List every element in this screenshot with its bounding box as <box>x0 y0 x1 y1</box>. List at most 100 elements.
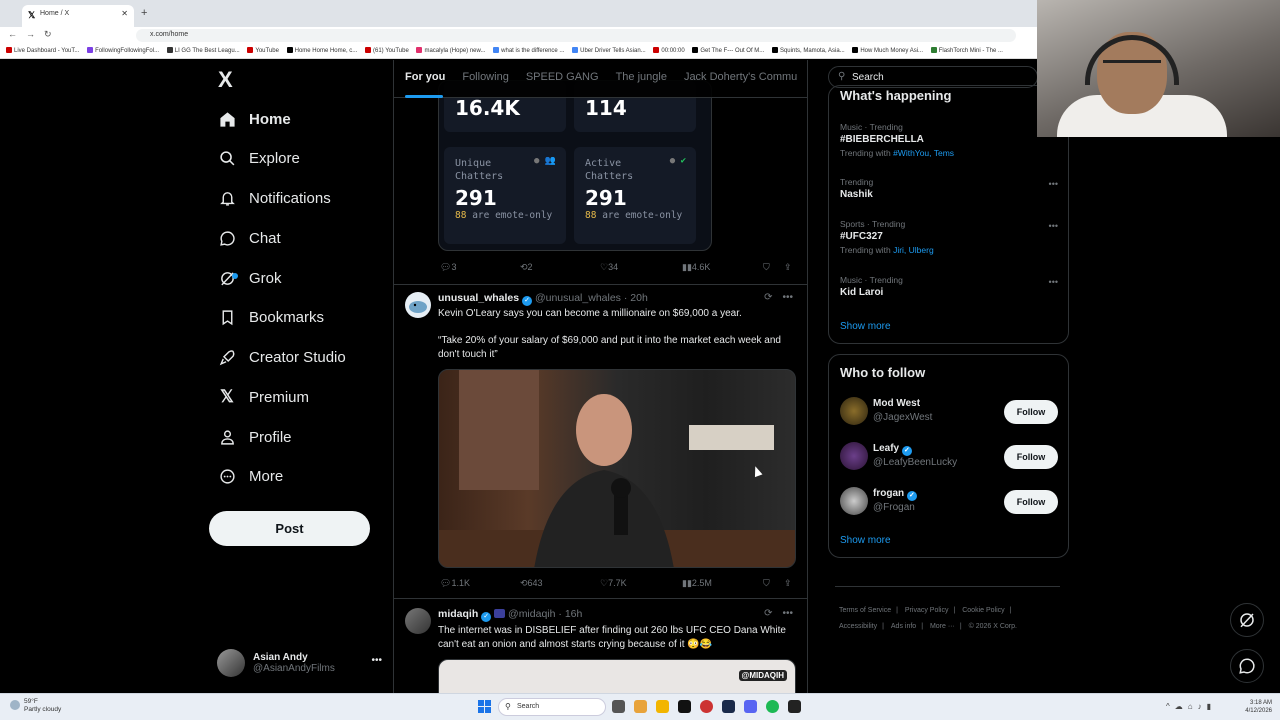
trend-item[interactable]: Sports · Trending #UFC327 Trending with … <box>840 219 1058 255</box>
bookmark-item[interactable]: Squints, Mamota, Asia... <box>771 47 845 54</box>
footer-link[interactable]: Ads info <box>891 623 916 630</box>
footer-link[interactable]: More ··· <box>930 623 955 630</box>
tweet-more-icon[interactable]: ⟳ ••• <box>764 292 793 303</box>
trend-item[interactable]: Trending Nashik ••• <box>840 177 1058 200</box>
taskbar-app-icon[interactable] <box>656 700 669 713</box>
new-tab-icon[interactable]: + <box>141 7 147 19</box>
post-button[interactable]: Post <box>209 511 370 546</box>
repost-button[interactable]: ⟲ 2 <box>520 262 533 273</box>
avatar[interactable] <box>405 608 431 634</box>
stats-card-image[interactable]: 16.4K 114 Unique Chatters ● 👥 291 88 are… <box>438 80 712 251</box>
tweet-video[interactable]: @MIDAQIH <box>438 659 796 693</box>
reply-button[interactable]: 💬︎ 1.1K <box>440 578 470 589</box>
more-dots-icon[interactable]: ••• <box>1049 277 1058 287</box>
bookmark-item[interactable]: Get The F--- Out Of M... <box>692 47 764 54</box>
taskbar-app-icon[interactable] <box>612 700 625 713</box>
footer-link[interactable]: Accessibility <box>839 623 877 630</box>
bookmark-item[interactable]: Home Home Home, c... <box>286 47 357 54</box>
nav-more[interactable]: More <box>218 461 283 491</box>
tweet-video[interactable] <box>438 369 796 568</box>
nav-grok[interactable]: Grok <box>218 263 282 293</box>
tab-speed-gang[interactable]: SPEED GANG <box>515 60 599 97</box>
spotify-icon[interactable] <box>766 700 779 713</box>
taskbar-app-icon[interactable] <box>788 700 801 713</box>
nav-explore[interactable]: Explore <box>218 143 300 173</box>
footer-link[interactable]: Privacy Policy <box>905 607 949 614</box>
tab-the-jungle[interactable]: The jungle <box>605 60 667 97</box>
account-switcher[interactable]: Asian Andy @AsianAndyFilms ••• <box>217 647 382 679</box>
avatar[interactable] <box>405 292 431 318</box>
bookmark-item[interactable]: FollowingFollowingFol... <box>87 47 159 54</box>
bookmark-item[interactable]: How Much Money Asi... <box>852 47 923 54</box>
nav-premium[interactable]: 𝕏 Premium <box>218 382 309 412</box>
nav-chat[interactable]: Chat <box>218 223 281 253</box>
tweet-handle[interactable]: @midaqih <box>508 608 555 620</box>
bookmark-item[interactable]: 00:00:00 <box>653 47 685 54</box>
repost-button[interactable]: ⟲ 643 <box>520 578 543 589</box>
tab-following[interactable]: Following <box>451 60 508 97</box>
trend-item[interactable]: Music · Trending #BIEBERCHELLA Trending … <box>840 122 1058 158</box>
follow-suggestion[interactable]: Leafy ✓ @LeafyBeenLucky Follow <box>840 440 1058 474</box>
tweet-time[interactable]: 16h <box>565 608 583 620</box>
share-icon[interactable]: ⇪ <box>784 578 792 589</box>
share-icon[interactable]: ⇪ <box>784 262 792 273</box>
discord-icon[interactable] <box>744 700 757 713</box>
folder-icon[interactable] <box>634 700 647 713</box>
bookmark-icon[interactable]: ⛉ <box>763 578 770 589</box>
tweet-more-icon[interactable]: ⟳ ••• <box>764 608 793 619</box>
like-button[interactable]: ♡ 34 <box>600 262 618 273</box>
nav-creator-studio[interactable]: Creator Studio <box>218 342 346 372</box>
footer-link[interactable]: Cookie Policy <box>962 607 1004 614</box>
tweet-handle[interactable]: @unusual_whales <box>535 292 621 304</box>
bookmark-icon[interactable]: ⛉ <box>763 262 770 273</box>
footer-link[interactable]: Terms of Service <box>839 607 891 614</box>
taskbar-search[interactable]: ⚲ Search <box>498 698 606 716</box>
x-logo[interactable]: X <box>218 67 233 93</box>
browser-tab[interactable]: 𝕏 Home / X ✕ <box>22 5 134 27</box>
bookmark-item[interactable]: Uber Driver Tells Asian... <box>572 47 646 54</box>
close-tab-icon[interactable]: ✕ <box>121 9 128 18</box>
follow-suggestion[interactable]: frogan ✓ @Frogan Follow <box>840 485 1058 519</box>
views-button[interactable]: ▮▮ 4.6K <box>682 262 710 273</box>
follow-suggestion[interactable]: Mod West @JagexWest Follow <box>840 395 1058 429</box>
bookmark-item[interactable]: macalyla (Hope) new... <box>416 47 486 54</box>
bookmark-item[interactable]: FlashTorch Mini - The ... <box>930 47 1003 54</box>
more-dots-icon[interactable]: ••• <box>371 655 382 666</box>
follow-button[interactable]: Follow <box>1004 445 1058 469</box>
show-more-link[interactable]: Show more <box>840 535 891 546</box>
follow-button[interactable]: Follow <box>1004 400 1058 424</box>
bookmark-item[interactable]: (61) YouTube <box>364 47 409 54</box>
views-button[interactable]: ▮▮ 2.5M <box>682 578 712 589</box>
taskbar-app-icon[interactable] <box>700 700 713 713</box>
tab-for-you[interactable]: For you <box>394 60 445 98</box>
nav-profile[interactable]: Profile <box>218 422 292 452</box>
bookmark-item[interactable]: what is the difference ... <box>493 47 564 54</box>
start-button[interactable] <box>478 700 491 713</box>
system-tray[interactable]: ^☁⌂♪▮ <box>1166 702 1216 711</box>
bookmark-item[interactable]: Live Dashboard - YouT... <box>6 47 79 54</box>
trend-item[interactable]: Music · Trending Kid Laroi ••• <box>840 275 1058 298</box>
follow-button[interactable]: Follow <box>1004 490 1058 514</box>
clock[interactable]: 3:18 AM 4/12/2026 <box>1238 699 1272 715</box>
nav-bookmarks[interactable]: Bookmarks <box>218 302 324 332</box>
messages-fab[interactable] <box>1230 649 1264 683</box>
reply-button[interactable]: 💬︎ 3 <box>440 262 456 273</box>
more-dots-icon[interactable]: ••• <box>1049 221 1058 231</box>
tweet-author-name[interactable]: unusual_whales <box>438 292 519 304</box>
grok-fab[interactable] <box>1230 603 1264 637</box>
bookmark-item[interactable]: YouTube <box>247 47 279 54</box>
taskbar-app-icon[interactable] <box>678 700 691 713</box>
tab-jack-doherty-community[interactable]: Jack Doherty's Commu <box>673 60 797 97</box>
nav-home[interactable]: Home <box>218 104 291 134</box>
like-button[interactable]: ♡ 7.7K <box>600 578 627 589</box>
more-dots-icon[interactable]: ••• <box>1049 179 1058 189</box>
show-more-link[interactable]: Show more <box>840 321 891 332</box>
steam-icon[interactable] <box>722 700 735 713</box>
bookmark-item[interactable]: LI GG The Best Leagu... <box>166 47 240 54</box>
browser-nav-buttons[interactable]: ←→↻ <box>8 29 61 40</box>
nav-notifications[interactable]: Notifications <box>218 183 331 213</box>
tweet-author-name[interactable]: midaqih <box>438 608 478 620</box>
weather-widget[interactable]: 59°F Partly cloudy <box>10 698 61 714</box>
address-bar[interactable]: x.com/home <box>136 29 1016 42</box>
tweet-time[interactable]: 20h <box>630 292 648 304</box>
